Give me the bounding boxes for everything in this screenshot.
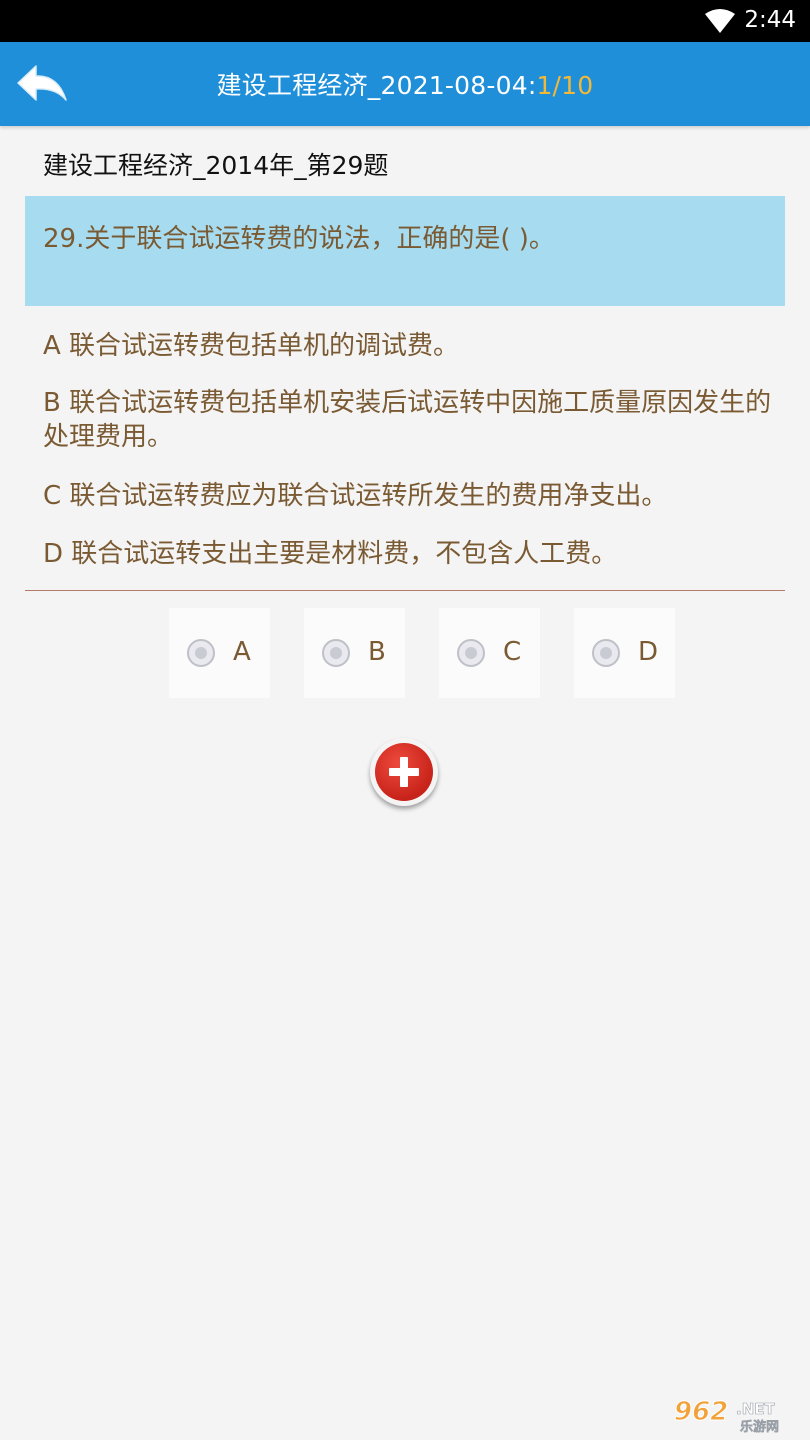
page-title: 建设工程经济_2021-08-04:1/10 — [0, 66, 810, 102]
radio-icon[interactable] — [322, 639, 350, 667]
option-d: D 联合试运转支出主要是材料费，不包含人工费。 — [43, 539, 618, 569]
exam-subtitle: 建设工程经济_2014年_第29题 — [43, 151, 389, 180]
question-box: 29.关于联合试运转费的说法，正确的是( )。 — [25, 196, 785, 306]
choice-b[interactable]: B — [304, 608, 405, 698]
title-text: 建设工程经济_2021-08-04 — [216, 71, 528, 100]
choice-label: C — [503, 637, 522, 667]
choice-label: D — [638, 637, 659, 667]
wifi-icon — [705, 9, 735, 33]
svg-text:乐游网: 乐游网 — [740, 1419, 779, 1434]
plus-icon — [375, 743, 433, 801]
app-bar: 建设工程经济_2021-08-04:1/10 — [0, 42, 810, 126]
add-button[interactable] — [370, 738, 438, 806]
watermark-logo: 962 .NET 乐游网 — [674, 1397, 780, 1435]
divider — [25, 590, 785, 591]
choice-a[interactable]: A — [169, 608, 270, 698]
question-counter: 1/10 — [536, 71, 594, 100]
svg-text:.NET: .NET — [736, 1400, 775, 1418]
status-bar: 2:44 — [0, 0, 810, 42]
option-a: A 联合试运转费包括单机的调试费。 — [43, 331, 460, 361]
radio-icon[interactable] — [187, 639, 215, 667]
radio-icon[interactable] — [457, 639, 485, 667]
status-time: 2:44 — [744, 7, 796, 33]
choice-c[interactable]: C — [439, 608, 540, 698]
option-c: C 联合试运转费应为联合试运转所发生的费用净支出。 — [43, 481, 668, 511]
option-b: B 联合试运转费包括单机安装后试运转中因施工质量原因发生的处理费用。 — [43, 388, 772, 452]
choice-label: B — [368, 637, 386, 667]
choice-label: A — [233, 637, 251, 667]
radio-icon[interactable] — [592, 639, 620, 667]
question-text: 29.关于联合试运转费的说法，正确的是( )。 — [43, 224, 555, 254]
svg-text:962: 962 — [674, 1397, 728, 1427]
choice-d[interactable]: D — [574, 608, 675, 698]
